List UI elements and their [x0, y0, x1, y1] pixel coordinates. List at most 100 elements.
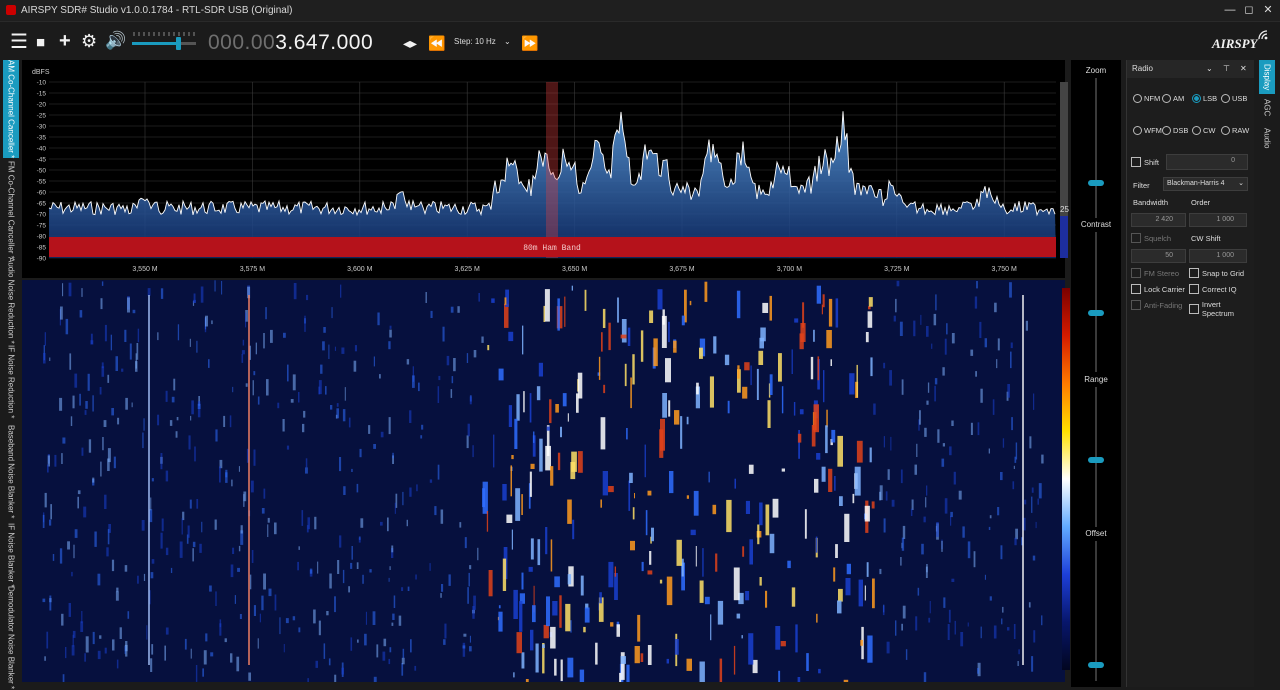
mode-cw-radio[interactable]: CW — [1192, 126, 1216, 135]
invert-spectrum-checkbox[interactable]: Invert Spectrum — [1189, 300, 1254, 318]
mode-usb-radio[interactable]: USB — [1221, 94, 1247, 103]
waterfall-signal — [382, 651, 386, 661]
waterfall-signal — [942, 443, 945, 447]
waterfall-signal — [317, 561, 319, 574]
waterfall-signal — [343, 486, 346, 495]
order-input[interactable]: 1 000 — [1189, 213, 1247, 227]
waterfall-signal — [924, 427, 927, 437]
waterfall-signal — [151, 644, 154, 655]
bandwidth-input[interactable]: 2 420 — [1131, 213, 1186, 227]
waterfall-signal — [967, 622, 969, 627]
waterfall-signal — [448, 574, 451, 586]
chevron-down-icon[interactable]: ⌄ — [1206, 60, 1213, 78]
waterfall-signal — [756, 368, 759, 400]
range-slider[interactable] — [1088, 457, 1104, 463]
waterfall-signal — [839, 496, 843, 506]
waterfall-signal — [112, 639, 115, 651]
add-icon[interactable]: + — [59, 31, 71, 51]
tab-agc[interactable]: AGC — [1259, 94, 1275, 122]
tab-if-noise-blanker[interactable]: IF Noise Blanker * — [3, 522, 19, 588]
stop-icon[interactable]: ■ — [36, 34, 45, 52]
tune-arrows-icon[interactable]: ◂▸ — [403, 34, 417, 52]
waterfall-signal — [948, 609, 951, 623]
contrast-track[interactable] — [1095, 232, 1097, 372]
waterfall-signal — [511, 529, 513, 550]
close-icon[interactable]: ✕ — [1240, 60, 1247, 78]
cw-shift-input[interactable]: 1 000 — [1189, 249, 1247, 263]
step-dropdown[interactable]: Step: 10 Hz ⌄ — [449, 34, 515, 50]
contrast-slider[interactable] — [1088, 310, 1104, 316]
menu-icon[interactable]: ☰ — [10, 32, 28, 52]
speaker-icon[interactable]: 🔊 — [105, 32, 126, 50]
waterfall-signal — [107, 529, 110, 545]
lock-carrier-checkbox[interactable]: Lock Carrier — [1131, 284, 1185, 294]
tab-am-co-channel[interactable]: AM Co-Channel Canceller * — [3, 60, 19, 158]
spectrum-plot[interactable]: dBFS 80m Ham Band -10 -15 -20 -25 -30 -35 -40 -… — [22, 60, 1065, 278]
tab-audio-noise-reduction[interactable]: Audio Noise Reduction * — [3, 257, 19, 344]
anti-fading-checkbox[interactable]: Anti-Fading — [1131, 300, 1182, 310]
waterfall-signal — [973, 551, 976, 568]
close-button[interactable]: ✕ — [1260, 3, 1276, 17]
waterfall-signal — [911, 499, 914, 510]
band-plan-label: 80m Ham Band — [523, 244, 581, 253]
tab-if-noise-reduction[interactable]: IF Noise Reduction * — [3, 342, 19, 422]
waterfall-signal — [498, 605, 501, 609]
tab-demodulator-noise-blanker[interactable]: Demodulator Noise Blanker * — [3, 586, 19, 689]
waterfall-signal — [724, 354, 730, 366]
waterfall-display[interactable] — [22, 280, 1065, 682]
waterfall-signal — [975, 371, 977, 377]
waterfall-signal — [339, 457, 342, 472]
waterfall-signal — [341, 347, 345, 354]
offset-track[interactable] — [1095, 541, 1097, 681]
frequency-display[interactable]: 000.003.647.000 — [208, 31, 373, 55]
waterfall-signal — [49, 519, 52, 526]
waterfall-signal — [662, 309, 665, 325]
filter-select[interactable]: Blackman-Harris 4 ⌄ — [1163, 177, 1248, 191]
gear-icon[interactable]: ⚙ — [81, 32, 97, 50]
volume-slider[interactable] — [130, 28, 200, 54]
rewind-icon[interactable]: ⏪ — [428, 34, 445, 52]
zoom-track[interactable] — [1095, 78, 1097, 218]
mode-am-radio[interactable]: AM — [1162, 94, 1184, 103]
zoom-slider[interactable] — [1088, 180, 1104, 186]
spectrum-analyzer[interactable]: dBFS 80m Ham Band -10 -15 -20 -25 -30 -35 -40 -… — [22, 60, 1069, 278]
mode-nfm-radio[interactable]: NFM — [1133, 94, 1160, 103]
fast-forward-icon[interactable]: ⏩ — [521, 34, 538, 52]
squelch-checkbox[interactable]: Squelch — [1131, 233, 1171, 243]
squelch-input[interactable]: 50 — [1131, 249, 1186, 263]
waterfall-signal — [348, 417, 351, 428]
shift-input[interactable]: 0 — [1166, 154, 1248, 170]
waterfall-signal — [562, 393, 567, 407]
pin-icon[interactable]: ⊤ — [1223, 60, 1230, 78]
offset-slider[interactable] — [1088, 662, 1104, 668]
tab-display[interactable]: Display — [1259, 60, 1275, 94]
waterfall-signal — [265, 307, 267, 320]
waterfall-signal — [421, 424, 424, 430]
vfo-marker[interactable] — [546, 82, 558, 258]
waterfall-signal — [727, 400, 730, 414]
tab-fm-co-channel[interactable]: FM Co-Channel Canceller * — [3, 160, 19, 260]
mode-raw-radio[interactable]: RAW — [1221, 126, 1249, 135]
snap-to-grid-checkbox[interactable]: Snap to Grid — [1189, 268, 1244, 278]
waterfall-signal — [230, 653, 233, 663]
waterfall-signal — [579, 669, 585, 682]
correct-iq-checkbox[interactable]: Correct IQ — [1189, 284, 1237, 294]
shift-checkbox[interactable]: Shift — [1131, 157, 1159, 167]
tab-audio[interactable]: Audio — [1259, 122, 1275, 154]
fm-stereo-checkbox[interactable]: FM Stereo — [1131, 268, 1179, 278]
waterfall-signal — [127, 611, 130, 619]
waterfall-signal — [164, 645, 166, 661]
mode-wfm-radio[interactable]: WFM — [1133, 126, 1162, 135]
tab-baseband-noise-blanker[interactable]: Baseband Noise Blanker * — [3, 424, 19, 520]
waterfall-signal — [626, 664, 630, 682]
waterfall-signal — [506, 514, 513, 523]
minimize-button[interactable]: — — [1222, 3, 1238, 17]
snap-to-grid-label: Snap to Grid — [1202, 268, 1245, 278]
waterfall-signal — [811, 425, 816, 447]
waterfall-signal — [624, 363, 627, 387]
mode-lsb-radio[interactable]: LSB — [1192, 94, 1217, 103]
maximize-button[interactable]: ◻ — [1241, 3, 1257, 17]
waterfall-signal — [584, 607, 590, 623]
mode-dsb-radio[interactable]: DSB — [1162, 126, 1188, 135]
waterfall-signal — [488, 570, 493, 597]
